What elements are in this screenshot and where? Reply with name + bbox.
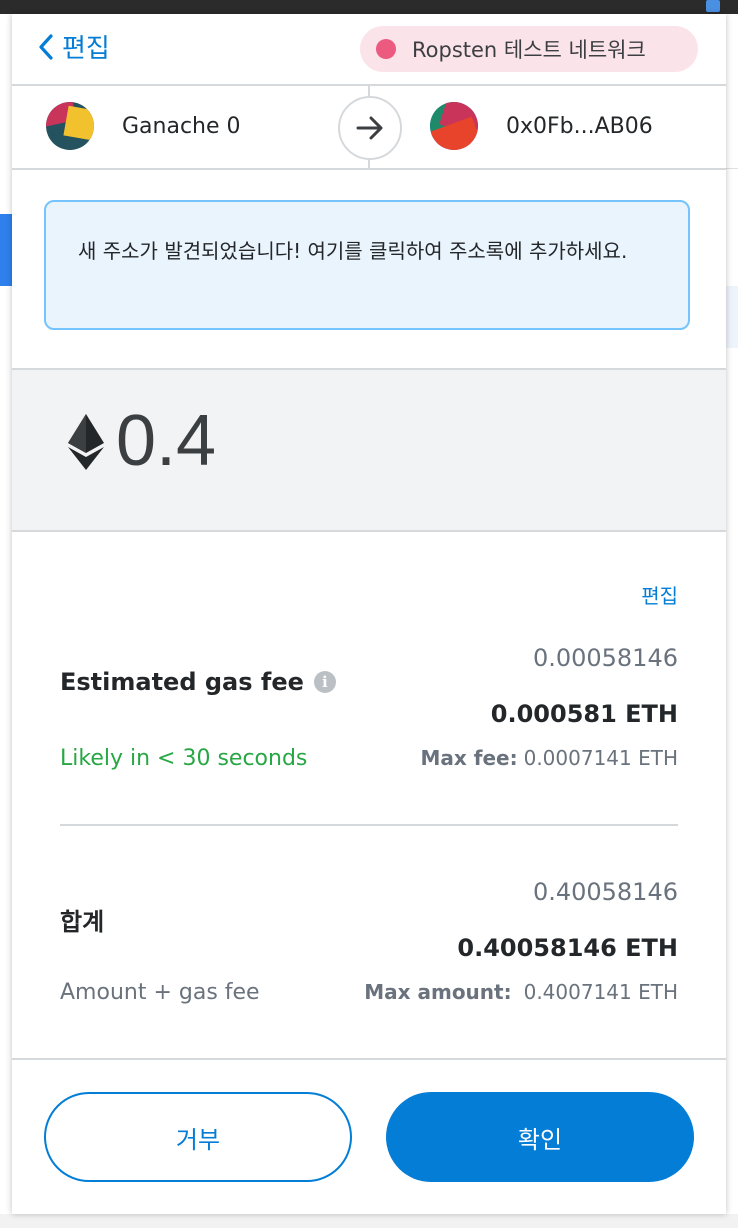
- gas-fee-secondary: 0.00058146: [532, 644, 678, 672]
- network-indicator[interactable]: Ropsten 테스트 네트워크: [360, 26, 698, 72]
- max-amount-value: 0.4007141 ETH: [523, 980, 678, 1004]
- confirm-label: 확인: [517, 1125, 563, 1154]
- gas-fee-primary: 0.000581 ETH: [490, 700, 678, 728]
- reject-label: 거부: [175, 1125, 221, 1154]
- total-primary: 0.40058146 ETH: [457, 934, 678, 962]
- chevron-left-icon: [39, 33, 53, 60]
- extension-icon[interactable]: [706, 0, 720, 12]
- confirm-button[interactable]: 확인: [386, 1092, 694, 1182]
- ethereum-icon: [68, 414, 104, 470]
- popup-header: 편집 Ropsten 테스트 네트워크: [12, 14, 726, 84]
- confirm-transaction-popup: 편집 Ropsten 테스트 네트워크 Ganache 0 0x0Fb...AB…: [12, 14, 726, 1214]
- info-icon[interactable]: i: [313, 671, 336, 693]
- background-divider: [726, 168, 738, 169]
- max-fee-value: 0.0007141 ETH: [523, 746, 678, 770]
- total-subtext: Amount + gas fee: [60, 980, 260, 1005]
- gas-time-estimate: Likely in < 30 seconds: [60, 746, 308, 771]
- total-label: 합계: [60, 908, 105, 936]
- total-secondary: 0.40058146: [532, 878, 678, 906]
- background-page-fragment: [0, 214, 12, 286]
- gas-fee-label-row: Estimated gas fee i: [60, 668, 336, 696]
- sender-name: Ganache 0: [122, 113, 241, 139]
- max-fee: Max fee: 0.0007141 ETH: [421, 746, 679, 770]
- edit-back-link[interactable]: 편집: [38, 28, 110, 65]
- edit-gas-link[interactable]: 편집: [641, 580, 678, 609]
- max-fee-label: Max fee:: [420, 746, 518, 770]
- network-label: Ropsten 테스트 네트워크: [412, 38, 646, 62]
- recipient-address: 0x0Fb...AB06: [506, 113, 653, 139]
- recipient-avatar: [430, 102, 478, 150]
- max-amount-label: Max amount:: [364, 980, 512, 1004]
- notice-text: 새 주소가 발견되었습니다! 여기를 클릭하여 주소록에 추가하세요.: [78, 239, 628, 263]
- footer-divider: [12, 1058, 726, 1060]
- amount-section: 0.4: [12, 368, 726, 532]
- recipient-account[interactable]: 0x0Fb...AB06: [430, 102, 653, 150]
- browser-toolbar: [0, 0, 738, 14]
- background-page-fragment: [726, 286, 738, 348]
- sender-account[interactable]: Ganache 0: [46, 102, 241, 150]
- gas-fee-label: Estimated gas fee: [60, 668, 304, 696]
- max-amount: Max amount: 0.4007141 ETH: [364, 980, 678, 1004]
- section-divider: [60, 824, 678, 826]
- background-page-fragment: [0, 1214, 738, 1228]
- arrow-right-icon: [338, 96, 402, 160]
- amount-value: 0.4: [116, 401, 217, 481]
- back-label: 편집: [62, 34, 110, 64]
- reject-button[interactable]: 거부: [44, 1092, 352, 1182]
- sender-avatar: [46, 102, 94, 150]
- network-dot-icon: [376, 39, 396, 59]
- new-address-notice[interactable]: 새 주소가 발견되었습니다! 여기를 클릭하여 주소록에 추가하세요.: [44, 200, 690, 330]
- sender-recipient-row: Ganache 0 0x0Fb...AB06: [12, 84, 726, 170]
